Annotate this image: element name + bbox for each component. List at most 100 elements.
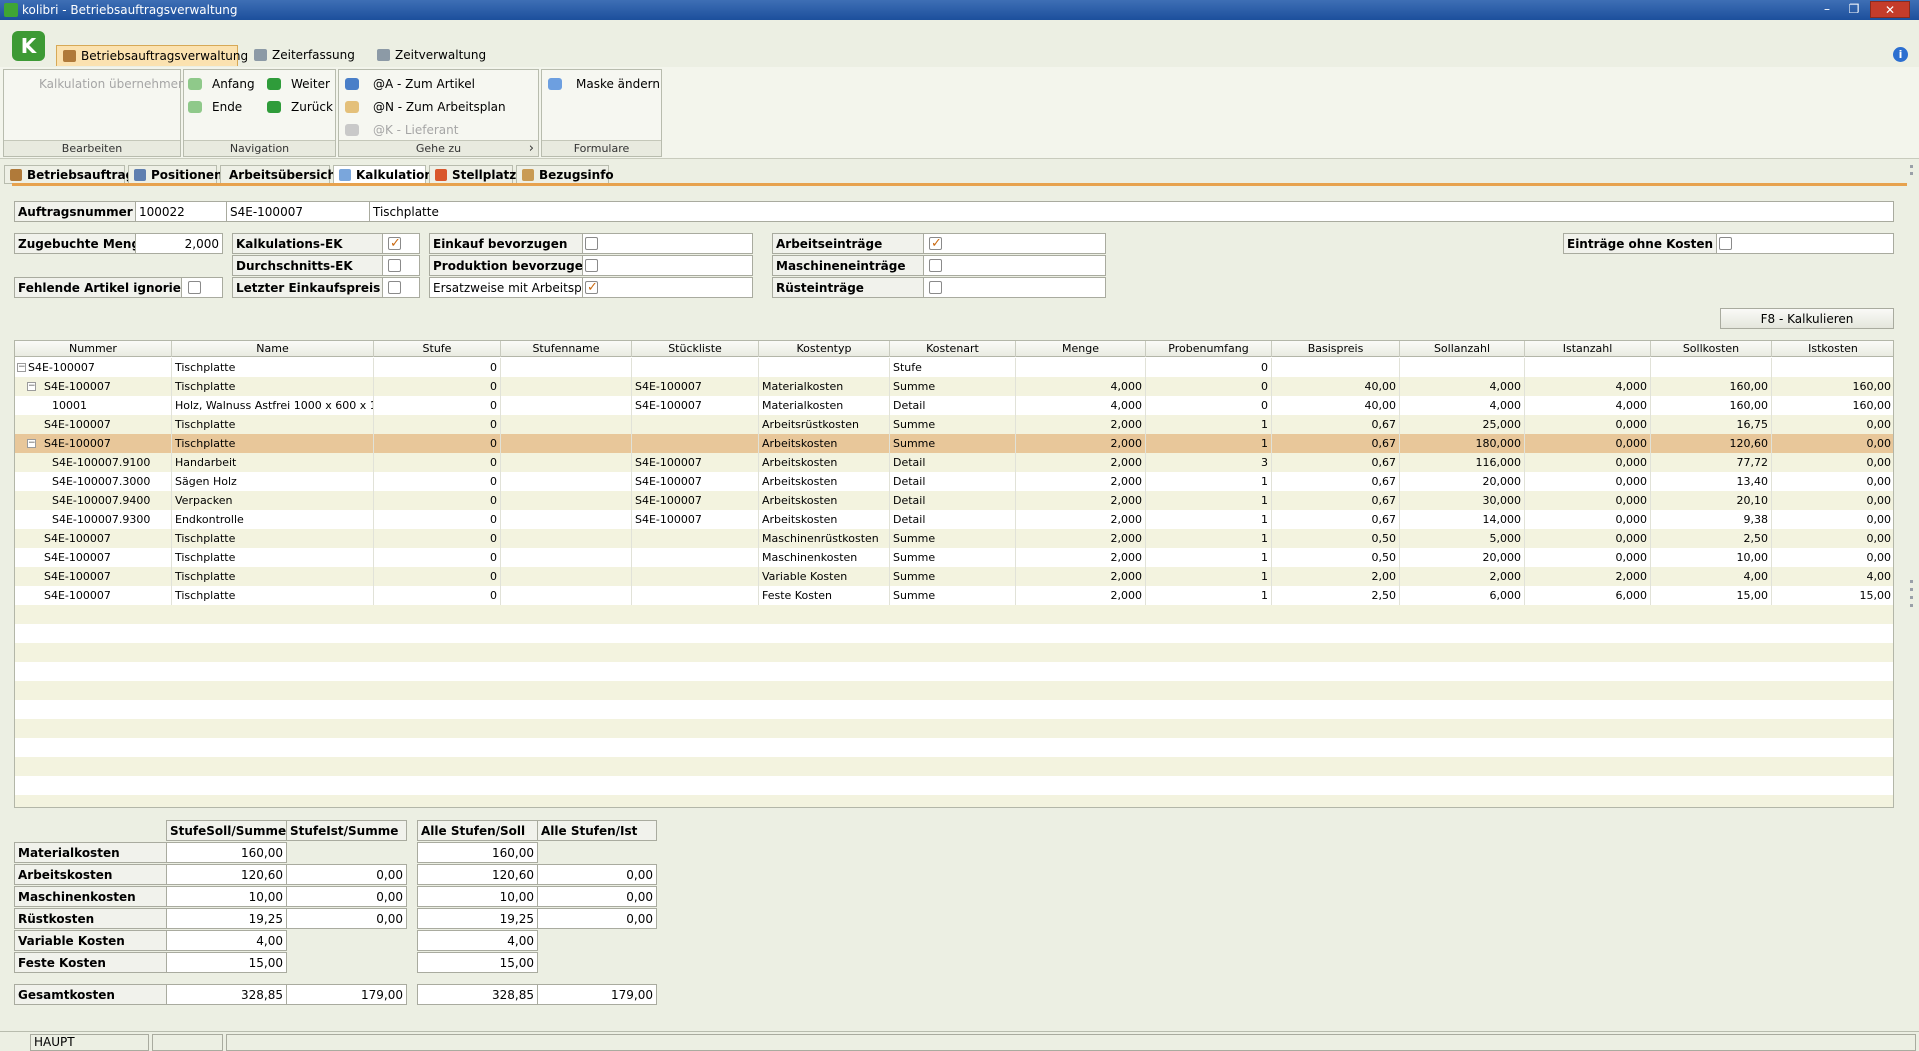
column-header[interactable]: Istkosten: [1772, 341, 1893, 357]
weiter-button[interactable]: Weiter: [267, 75, 333, 93]
table-row[interactable]: S4E-100007.9300 Endkontrolle 0 S4E-100007 Ar…: [15, 510, 1893, 529]
ersatzweise-label: Ersatzweise mit Arbeitspl...: [429, 277, 583, 298]
ende-button[interactable]: Ende: [188, 98, 258, 116]
zum-arbeitsplan-button[interactable]: @N - Zum Arbeitsplan: [345, 98, 525, 116]
einkauf-checkbox[interactable]: [585, 237, 598, 250]
table-row[interactable]: S4E-100007 Tischplatte 0 Feste Kosten Summe 2…: [15, 586, 1893, 605]
letzter-ek-checkbox[interactable]: [388, 281, 401, 294]
first-icon: [188, 78, 202, 90]
table-row[interactable]: S4E-100007 Tischplatte 0 Variable Kosten Sum…: [15, 567, 1893, 586]
column-header[interactable]: Sollanzahl: [1400, 341, 1525, 357]
column-header[interactable]: Basispreis: [1272, 341, 1400, 357]
kolibri-logo-icon[interactable]: K: [12, 31, 45, 61]
fehlende-artikel-checkbox[interactable]: [188, 281, 201, 294]
ribbon-group-gehe-zu: @A - Zum Artikel @N - Zum Arbeitsplan @K…: [338, 69, 539, 157]
summary-column-header: Alle Stufen/Ist: [537, 820, 657, 841]
table-row[interactable]: 10001 Holz, Walnuss Astfrei 1000 x 600 x …: [15, 396, 1893, 415]
summary-row-label: Rüstkosten: [14, 908, 167, 929]
column-header[interactable]: Name: [172, 341, 374, 357]
maschineneintraege-checkbox[interactable]: [929, 259, 942, 272]
cell-menge: 2,000: [1016, 510, 1146, 529]
collapse-toggle-icon[interactable]: −: [27, 439, 36, 448]
collapse-toggle-icon[interactable]: −: [27, 382, 36, 391]
tab-arbeitsuebersicht[interactable]: Arbeitsübersicht: [220, 165, 342, 184]
maximize-button[interactable]: ❐: [1843, 1, 1865, 18]
fehlende-artikel-cell: [181, 277, 223, 298]
cell-stueckliste: [632, 586, 759, 605]
artikel-field[interactable]: S4E-100007: [226, 201, 370, 222]
tab-stellplatz[interactable]: Stellplatz: [429, 165, 516, 184]
durchschnitts-ek-checkbox[interactable]: [388, 259, 401, 272]
bezeichnung-field[interactable]: Tischplatte: [369, 201, 1894, 222]
tab-kalkulation[interactable]: Kalkulation: [333, 165, 433, 184]
reference-icon: [522, 169, 534, 181]
cell-istkosten: 15,00: [1772, 586, 1893, 605]
zugebuchte-menge-field[interactable]: 2,000: [135, 233, 223, 254]
table-row[interactable]: S4E-100007.9100 Handarbeit 0 S4E-100007 Arbe…: [15, 453, 1893, 472]
arbeitseintraege-checkbox[interactable]: [929, 234, 942, 253]
cell-menge: 4,000: [1016, 396, 1146, 415]
column-header[interactable]: Stufe: [374, 341, 501, 357]
cell-stueckliste: [632, 434, 759, 453]
column-header[interactable]: Stückliste: [632, 341, 759, 357]
ribbon-tab-zeiterfassung[interactable]: Zeiterfassung: [248, 45, 361, 66]
maske-aendern-button[interactable]: Maske ändern: [548, 75, 660, 93]
ersatzweise-checkbox[interactable]: [585, 278, 598, 297]
cell-stueckliste: [632, 529, 759, 548]
info-icon[interactable]: i: [1893, 47, 1908, 62]
table-row[interactable]: S4E-100007 Tischplatte 0 Arbeitsrüstkosten S…: [15, 415, 1893, 434]
table-row[interactable]: − S4E-100007 Tischplatte 0 Arbeitskosten Summ…: [15, 434, 1893, 453]
cell-name: Tischplatte: [172, 567, 374, 586]
table-row[interactable]: S4E-100007 Tischplatte 0 Maschinenkosten Sum…: [15, 548, 1893, 567]
column-header[interactable]: Menge: [1016, 341, 1146, 357]
tab-betriebsauftrag[interactable]: Betriebsauftrag: [4, 165, 134, 184]
letzter-ek-cell: [382, 277, 420, 298]
ohne-kosten-checkbox[interactable]: [1719, 237, 1732, 250]
table-row[interactable]: S4E-100007.3000 Sägen Holz 0 S4E-100007 Arbe…: [15, 472, 1893, 491]
cell-stufe: 0: [374, 491, 501, 510]
column-header[interactable]: Sollkosten: [1651, 341, 1772, 357]
column-header[interactable]: Stufenname: [501, 341, 632, 357]
location-icon: [435, 169, 447, 181]
status-panel: [152, 1034, 223, 1051]
cell-istanzahl: 0,000: [1525, 415, 1651, 434]
column-header[interactable]: Istanzahl: [1525, 341, 1651, 357]
zurueck-button[interactable]: Zurück: [267, 98, 333, 116]
column-header[interactable]: Kostentyp: [759, 341, 890, 357]
column-header[interactable]: Kostenart: [890, 341, 1016, 357]
cell-probenumfang: 3: [1146, 453, 1272, 472]
cell-stufe: 0: [374, 529, 501, 548]
anfang-button[interactable]: Anfang: [188, 75, 258, 93]
auftragsnummer-field[interactable]: 100022: [135, 201, 227, 222]
tab-bezugsinfo[interactable]: Bezugsinfo: [516, 165, 614, 184]
kalkulations-ek-checkbox[interactable]: [388, 234, 401, 253]
lieferant-button[interactable]: @K - Lieferant: [345, 121, 525, 139]
ribbon-tab-betriebsauftragsverwaltung[interactable]: Betriebsauftragsverwaltung: [56, 45, 248, 66]
ruesteintraege-checkbox[interactable]: [929, 281, 942, 294]
cell-basispreis: 0,67: [1272, 491, 1400, 510]
kalkulation-uebernehmen-button[interactable]: Kalkulation übernehmen: [39, 75, 186, 93]
close-button[interactable]: ✕: [1870, 1, 1910, 18]
table-row[interactable]: S4E-100007 Tischplatte 0 Maschinenrüstkoste…: [15, 529, 1893, 548]
produktion-cell: [582, 255, 753, 276]
column-header[interactable]: Nummer: [15, 341, 172, 357]
cell-probenumfang: 1: [1146, 510, 1272, 529]
table-row[interactable]: − S4E-100007 Tischplatte 0 S4E-100007 Materia…: [15, 377, 1893, 396]
zum-artikel-button[interactable]: @A - Zum Artikel: [345, 75, 525, 93]
splitter-handle[interactable]: [1910, 596, 1913, 599]
cell-istanzahl: [1525, 358, 1651, 377]
kalkulieren-button[interactable]: F8 - Kalkulieren: [1720, 308, 1894, 329]
chevron-right-icon[interactable]: ›: [529, 141, 534, 156]
splitter-handle[interactable]: [1910, 580, 1913, 583]
minimize-button[interactable]: –: [1816, 1, 1838, 18]
splitter-handle[interactable]: [1910, 604, 1913, 607]
column-header[interactable]: Probenumfang: [1146, 341, 1272, 357]
table-row[interactable]: S4E-100007.9400 Verpacken 0 S4E-100007 Arbei…: [15, 491, 1893, 510]
status-mode: HAUPT: [30, 1034, 149, 1051]
produktion-checkbox[interactable]: [585, 259, 598, 272]
table-row[interactable]: − S4E-100007 Tischplatte 0 Stufe 0: [15, 358, 1893, 377]
tab-positionen[interactable]: Positionen: [128, 165, 223, 184]
splitter-handle[interactable]: [1910, 588, 1913, 591]
ribbon-tab-zeitverwaltung[interactable]: Zeitverwaltung: [371, 45, 492, 66]
cell-menge: 2,000: [1016, 472, 1146, 491]
